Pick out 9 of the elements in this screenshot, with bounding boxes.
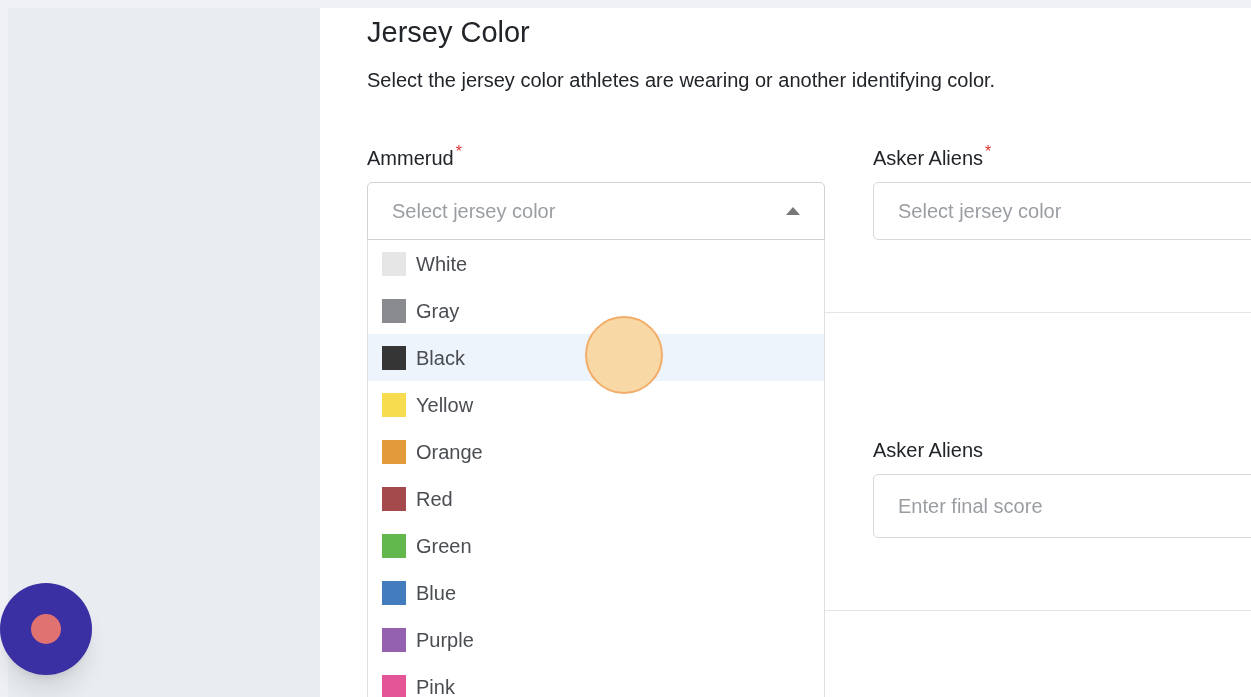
- field-label: Asker Aliens: [873, 146, 984, 171]
- field-label: Ammerud: [367, 146, 454, 171]
- section-description: Select the jersey color athletes are wearing or another identifying color.: [367, 68, 996, 93]
- section-title: Jersey Color: [367, 15, 530, 50]
- required-mark: *: [455, 144, 462, 160]
- caret-up-icon: [786, 207, 800, 215]
- score-input-field[interactable]: Enter final score: [873, 474, 1251, 538]
- required-mark: *: [985, 144, 992, 160]
- field-label: Asker Aliens: [873, 438, 984, 463]
